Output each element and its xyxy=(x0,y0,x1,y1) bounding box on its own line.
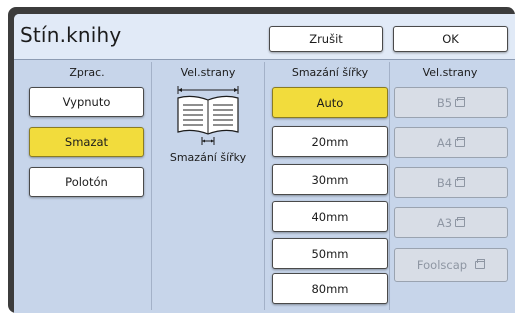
cancel-button[interactable]: Zrušit xyxy=(269,26,383,52)
page-size-foolscap[interactable]: Foolscap xyxy=(394,248,508,282)
erase-width-50mm[interactable]: 50mm xyxy=(272,238,388,269)
processing-option-off[interactable]: Vypnuto xyxy=(29,87,144,117)
page-size-a3[interactable]: A3 xyxy=(394,207,508,238)
erase-width-30mm[interactable]: 30mm xyxy=(272,164,388,195)
page-size-heading: Vel.strany xyxy=(422,66,478,79)
erase-width-20mm[interactable]: 20mm xyxy=(272,126,388,157)
page-size-label: A4 xyxy=(436,135,453,150)
paper-sheet-icon xyxy=(475,259,486,269)
page-size-label: B5 xyxy=(436,95,453,110)
processing-option-erase[interactable]: Smazat xyxy=(29,127,144,157)
erase-width-80mm[interactable]: 80mm xyxy=(272,273,388,304)
paper-sheet-icon xyxy=(455,176,466,187)
erase-width-heading: Smazání šířky xyxy=(291,66,369,79)
open-book-icon xyxy=(174,84,242,148)
column-divider xyxy=(151,62,152,310)
page-size-label: Foolscap xyxy=(416,258,468,272)
paper-sheet-icon xyxy=(455,216,466,227)
column-divider xyxy=(389,62,390,310)
paper-sheet-icon xyxy=(455,96,466,107)
page-size-b4[interactable]: B4 xyxy=(394,167,508,198)
erase-width-auto[interactable]: Auto xyxy=(272,87,388,118)
processing-option-halftone[interactable]: Polotón xyxy=(29,167,144,197)
column-divider xyxy=(264,62,265,310)
ok-button[interactable]: OK xyxy=(393,26,508,52)
illustration-caption: Smazání šířky xyxy=(169,151,247,164)
page-size-a4[interactable]: A4 xyxy=(394,127,508,158)
page-size-b5[interactable]: B5 xyxy=(394,87,508,118)
illustration-heading: Vel.strany xyxy=(180,66,236,79)
page-size-label: B4 xyxy=(436,175,453,190)
processing-heading: Zprac. xyxy=(69,66,105,79)
erase-width-40mm[interactable]: 40mm xyxy=(272,201,388,232)
page-title: Stín.knihy xyxy=(20,23,122,47)
paper-sheet-icon xyxy=(455,136,466,147)
page-size-label: A3 xyxy=(436,215,453,230)
